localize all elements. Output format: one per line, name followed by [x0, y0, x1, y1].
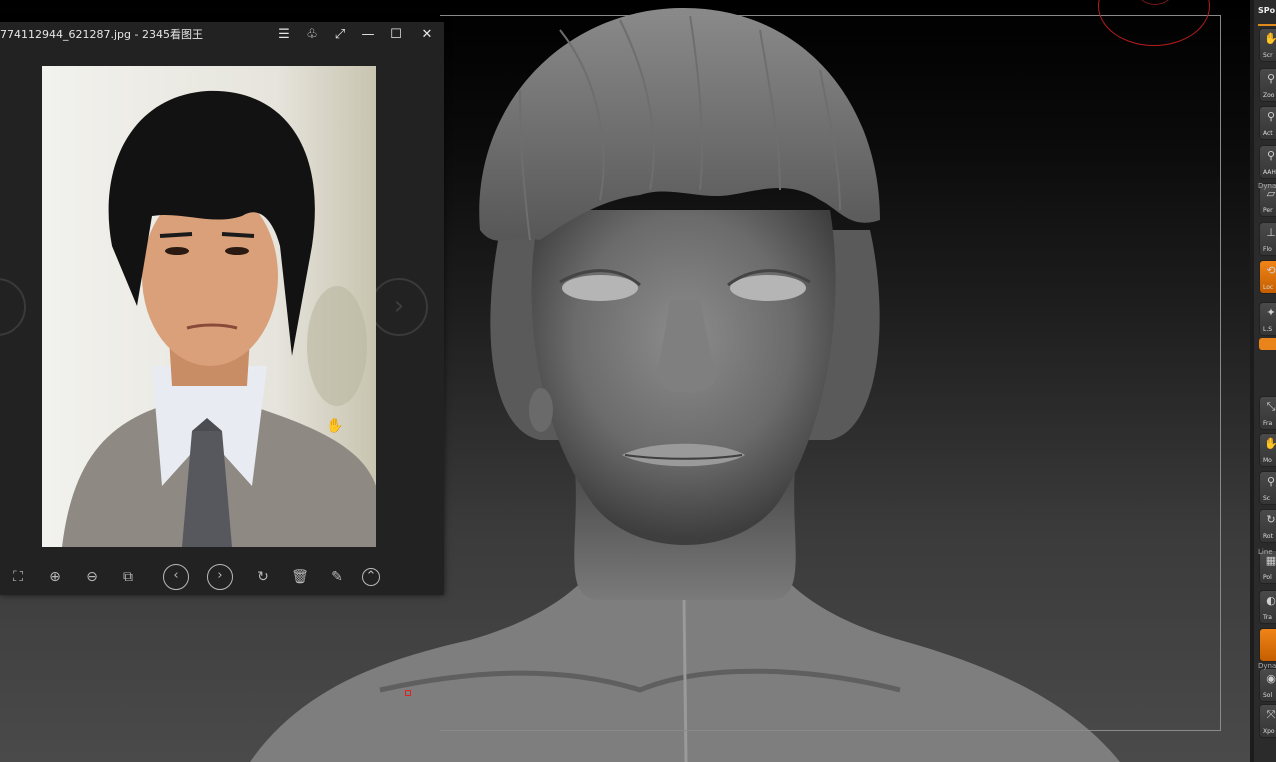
- zoom-in-icon: ⊕: [49, 569, 61, 585]
- aahalf-icon: ⚲: [1266, 149, 1276, 162]
- shelf-button-label: Flo: [1263, 246, 1272, 253]
- shelf-button-fra[interactable]: ⤡ Fra: [1259, 396, 1276, 430]
- ghost-icon: [1264, 632, 1276, 646]
- shelf-section-label: Dyna: [1258, 662, 1276, 670]
- floor-icon: ⊥: [1266, 226, 1276, 239]
- frame-icon: ⤡: [1266, 400, 1276, 413]
- minimize-button[interactable]: —: [359, 26, 377, 44]
- shelf-button-aah[interactable]: ⚲ AAH: [1259, 145, 1276, 179]
- window-title: 774112944_621287.jpg - 2345看图王: [0, 28, 203, 41]
- shelf-button-ghost[interactable]: [1259, 628, 1276, 662]
- fit-icon: ⛶: [13, 569, 23, 585]
- zoom-in-button[interactable]: ⊕: [44, 566, 66, 588]
- rotate-icon: ↻: [257, 569, 269, 585]
- close-icon: ✕: [421, 27, 433, 42]
- shelf-header: SPo: [1258, 6, 1276, 26]
- chevron-right-icon: ›: [217, 568, 223, 583]
- shelf-button-label: Sol: [1263, 692, 1273, 699]
- shelf-button-label: Scr: [1263, 52, 1273, 59]
- chevron-right-icon: ›: [393, 291, 405, 321]
- skin-button[interactable]: ♧: [303, 26, 321, 44]
- viewer-toolbar: ⛶ ⊕ ⊖ ⧉ ‹ › ↻ 🗑 ✎ ⌃: [0, 562, 444, 592]
- previous-button[interactable]: ‹: [163, 564, 189, 590]
- chevron-up-icon: ⌃: [365, 569, 377, 584]
- edit-icon: ✎: [331, 569, 343, 585]
- hand-icon: ✋: [1264, 32, 1276, 46]
- shelf-button-mo[interactable]: ✋ Mo: [1259, 433, 1276, 467]
- scale-icon: ⚲: [1266, 475, 1276, 488]
- chevron-left-icon: ‹: [173, 568, 179, 583]
- edit-button[interactable]: ✎: [326, 566, 348, 588]
- shelf-button-label: Tra: [1263, 614, 1272, 621]
- hand-cursor-icon: ✋: [326, 418, 344, 434]
- menu-button[interactable]: ☰: [275, 26, 293, 44]
- local-icon: ⟲: [1266, 264, 1276, 277]
- solo-icon: ◉: [1266, 672, 1276, 685]
- actual-icon: ⚲: [1266, 110, 1276, 123]
- shelf-toggle[interactable]: [1259, 338, 1276, 350]
- shelf-button-label: AAH: [1263, 169, 1276, 176]
- shelf-button-label: Pol: [1263, 574, 1272, 581]
- maximize-button[interactable]: ☐: [387, 26, 405, 44]
- cursor-marker: [405, 690, 411, 696]
- minimize-icon: —: [361, 27, 375, 42]
- right-shelf: SPo ✋Scr⚲Zoo⚲Act⚲AAH▱Per⊥Flo⟲Loc✦L.S⤡Fra…: [1250, 0, 1276, 762]
- chevron-left-icon: ‹: [0, 291, 2, 321]
- title-bar[interactable]: 774112944_621287.jpg - 2345看图王 ☰ ♧ ⤢ — ☐ ✕: [0, 22, 444, 48]
- shelf-button-label: L.S: [1263, 326, 1273, 333]
- shelf-button-zoo[interactable]: ⚲ Zoo: [1259, 68, 1276, 102]
- shelf-button-xpo[interactable]: ⤧ Xpo: [1259, 704, 1276, 738]
- rotate-icon: ↻: [1266, 513, 1276, 526]
- shelf-section-label: Line: [1258, 548, 1273, 556]
- delete-button[interactable]: 🗑: [289, 566, 311, 588]
- more-button[interactable]: ⌃: [362, 568, 380, 586]
- reference-photo[interactable]: [42, 66, 376, 547]
- shelf-button-rot[interactable]: ↻ Rot: [1259, 509, 1276, 543]
- shelf-button-label: Fra: [1263, 420, 1273, 427]
- shelf-button-label: Act: [1263, 130, 1273, 137]
- shelf-button-flo[interactable]: ⊥ Flo: [1259, 222, 1276, 256]
- shelf-button-tra[interactable]: ◐ Tra: [1259, 590, 1276, 624]
- shirt-icon: ♧: [306, 27, 318, 42]
- trash-icon: 🗑: [291, 569, 309, 585]
- actual-size-button[interactable]: ⧉: [117, 566, 139, 588]
- polyf-icon: ▦: [1265, 554, 1276, 567]
- shelf-button-label: Zoo: [1263, 92, 1275, 99]
- xpose-icon: ⤧: [1266, 708, 1276, 721]
- prev-image-arrow[interactable]: ‹: [0, 278, 26, 336]
- maximize-icon: ☐: [390, 27, 402, 42]
- shelf-button-label: Loc: [1263, 284, 1274, 291]
- shelf-button-scr[interactable]: ✋ Scr: [1259, 28, 1276, 62]
- shelf-section-label: Dyna: [1258, 182, 1276, 190]
- shelf-button-sc[interactable]: ⚲ Sc: [1259, 471, 1276, 505]
- canvas-document-frame: [440, 15, 1221, 731]
- portrait-image: [42, 66, 376, 547]
- image-viewer-window[interactable]: 774112944_621287.jpg - 2345看图王 ☰♧⤢—☐✕ ‹ …: [0, 22, 444, 595]
- move-icon: ✋: [1264, 437, 1276, 451]
- zoom-icon: ⚲: [1266, 72, 1276, 85]
- shelf-button-label: Xpo: [1263, 728, 1275, 735]
- expand-icon: ⤢: [334, 27, 346, 42]
- shelf-button-label: Rot: [1263, 533, 1273, 540]
- fit-window-button[interactable]: ⛶: [7, 566, 29, 588]
- shelf-button-act[interactable]: ⚲ Act: [1259, 106, 1276, 140]
- shelf-button-label: Mo: [1263, 457, 1272, 464]
- fullscreen-button[interactable]: ⤢: [331, 26, 349, 44]
- zoom-out-button[interactable]: ⊖: [81, 566, 103, 588]
- zoom-out-icon: ⊖: [86, 569, 98, 585]
- shelf-button-loc[interactable]: ⟲ Loc: [1259, 260, 1276, 294]
- close-button[interactable]: ✕: [418, 26, 436, 44]
- next-image-arrow[interactable]: ›: [370, 278, 428, 336]
- transp-icon: ◐: [1266, 594, 1276, 607]
- shelf-button-sol[interactable]: ◉ Sol: [1259, 668, 1276, 702]
- menu-icon: ☰: [278, 27, 290, 42]
- lsym-icon: ✦: [1266, 306, 1276, 319]
- shelf-button-label: Per: [1263, 207, 1273, 214]
- shelf-button-label: Sc: [1263, 495, 1271, 502]
- shelf-button-ls[interactable]: ✦ L.S: [1259, 302, 1276, 336]
- rotate-button[interactable]: ↻: [252, 566, 274, 588]
- image-icon: ⧉: [123, 569, 133, 585]
- next-button[interactable]: ›: [207, 564, 233, 590]
